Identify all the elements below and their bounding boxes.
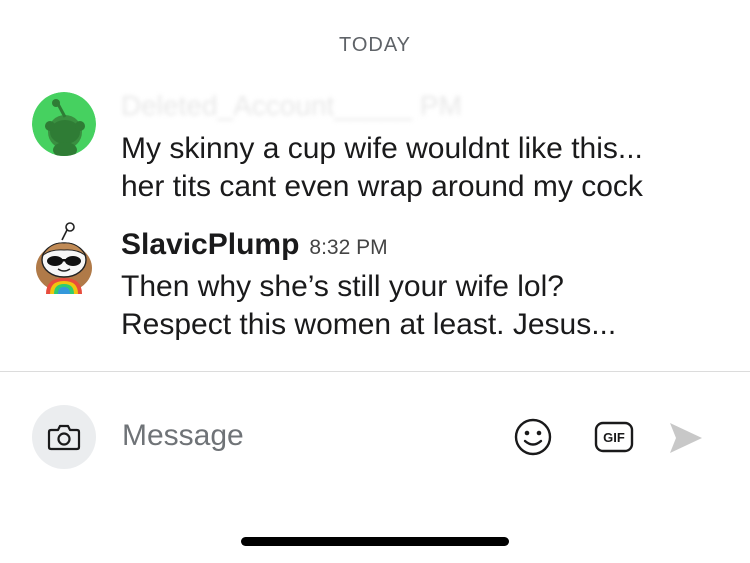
username[interactable]: Deleted_Account_____ PM xyxy=(121,90,521,122)
avatar[interactable] xyxy=(32,222,96,294)
emoji-button[interactable] xyxy=(513,417,553,457)
message-text: My skinny a cup wife wouldnt like this..… xyxy=(121,132,643,203)
reddit-snoo-green-avatar-icon xyxy=(32,92,96,156)
timestamp: 8:32 PM xyxy=(309,236,388,259)
emoji-icon xyxy=(514,418,552,456)
send-icon xyxy=(670,423,702,453)
avatar[interactable] xyxy=(32,92,96,156)
gif-button[interactable]: GIF xyxy=(594,421,634,453)
date-divider: TODAY xyxy=(338,34,412,56)
send-button[interactable] xyxy=(667,419,705,457)
gif-icon: GIF xyxy=(594,421,634,453)
camera-button[interactable] xyxy=(32,405,96,469)
username[interactable]: SlavicPlump xyxy=(121,228,299,262)
home-indicator xyxy=(241,537,509,546)
message-composer: GIF xyxy=(0,372,750,502)
gif-label: GIF xyxy=(603,430,625,445)
message-input[interactable] xyxy=(122,416,482,456)
snoo-sunglasses-avatar-icon xyxy=(36,222,92,294)
message-text: Then why she’s still your wife lol? Resp… xyxy=(121,270,617,341)
camera-icon xyxy=(47,424,81,451)
